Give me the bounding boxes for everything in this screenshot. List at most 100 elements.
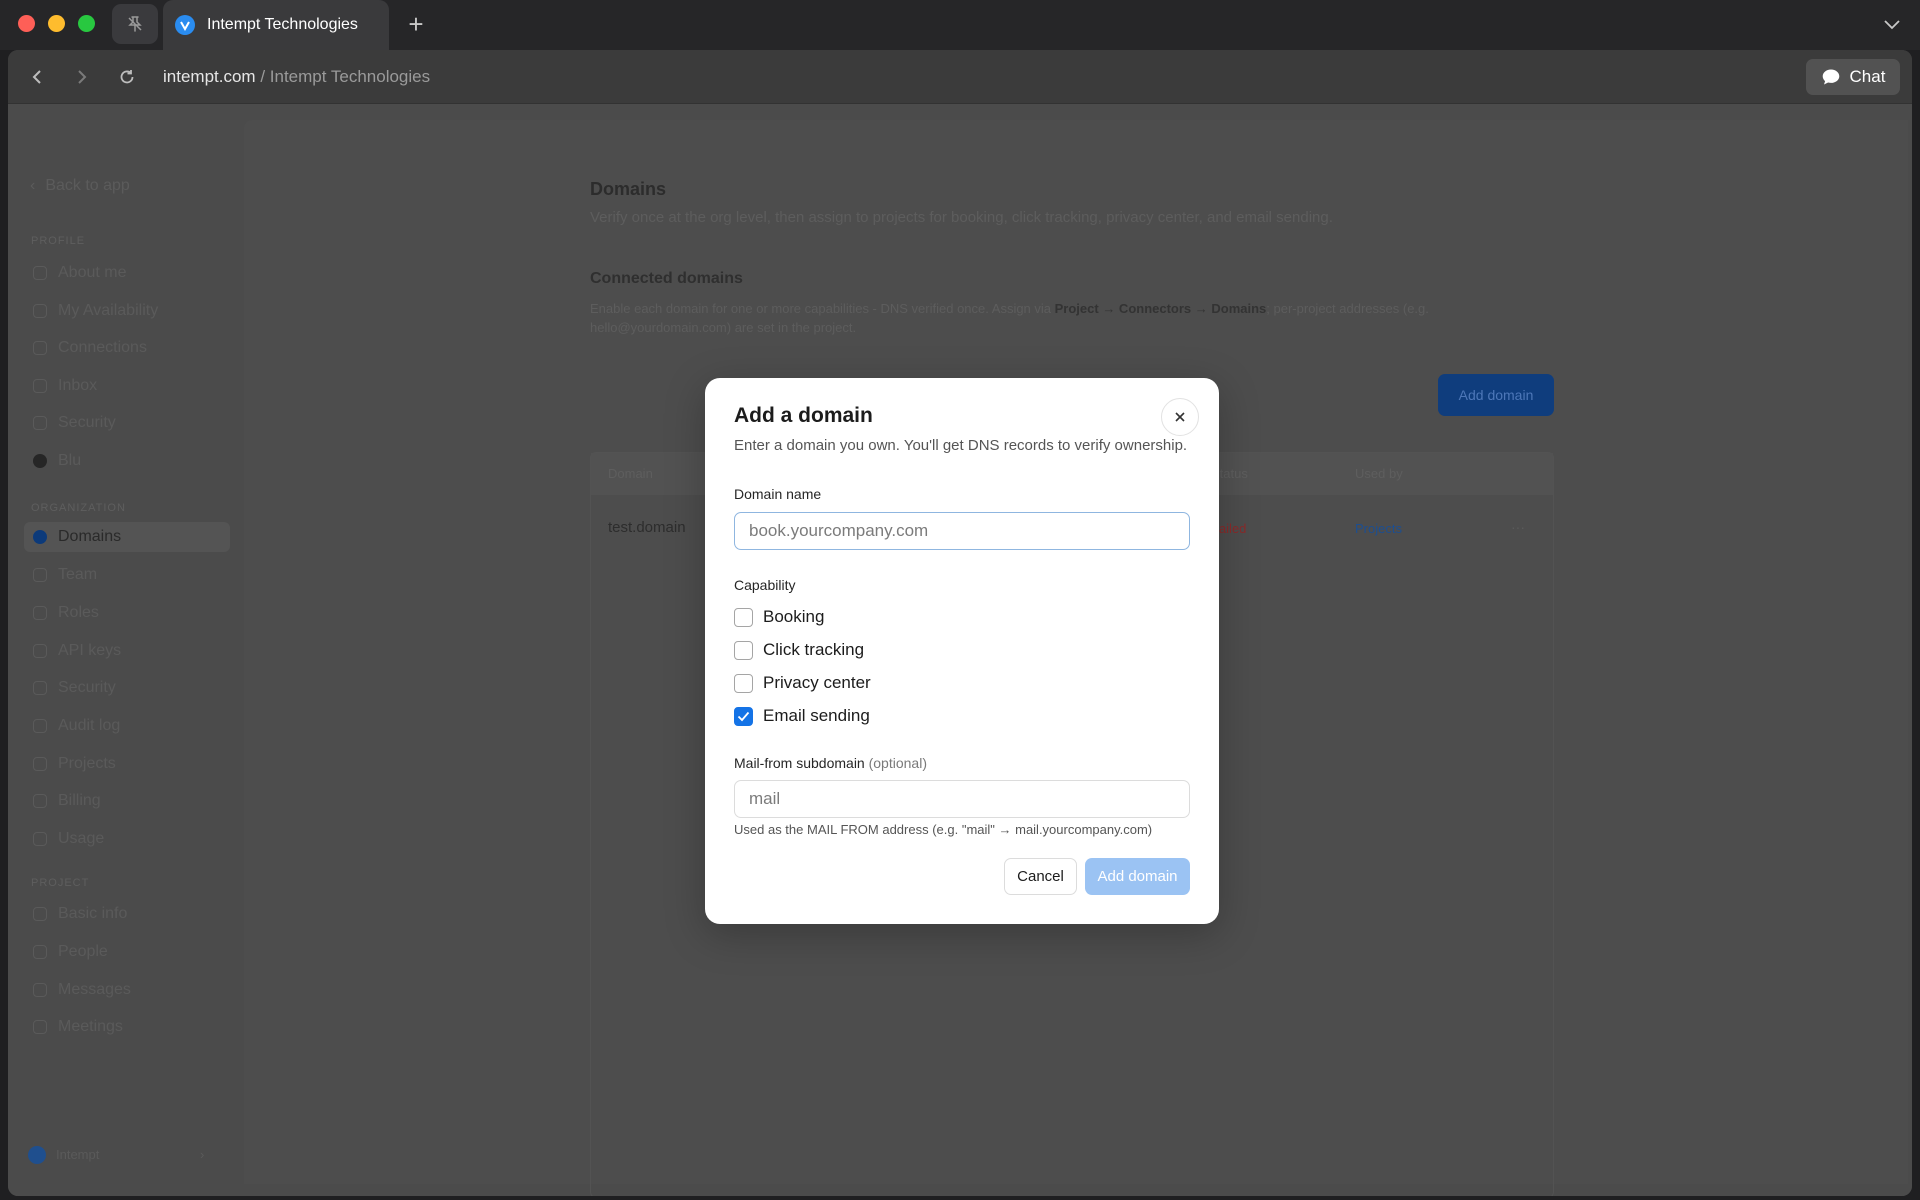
sidebar-item-usage[interactable]: Usage xyxy=(24,824,230,854)
blu-icon xyxy=(33,454,47,468)
pin-tab-button[interactable] xyxy=(112,4,158,44)
chat-button-label: Chat xyxy=(1849,67,1886,86)
mail-from-input[interactable] xyxy=(734,780,1190,818)
url-host: intempt.com xyxy=(163,67,256,86)
favicon-icon xyxy=(175,15,195,35)
sidebar-item-domains[interactable]: Domains xyxy=(24,522,230,552)
sidebar-item-about-me[interactable]: About me xyxy=(24,258,230,288)
sidebar-item-basic-info[interactable]: Basic info xyxy=(24,899,230,929)
globe-icon xyxy=(33,530,47,544)
tab-list-chevron-down-icon[interactable] xyxy=(1880,12,1904,36)
maximize-window-button[interactable] xyxy=(78,15,95,32)
description-text: Enable each domain for one or more capab… xyxy=(590,301,1055,316)
add-domain-button[interactable]: Add domain xyxy=(1438,374,1554,416)
booking-checkbox[interactable] xyxy=(734,607,753,627)
capability-click-tracking[interactable]: Click tracking xyxy=(734,639,864,661)
users-icon xyxy=(33,568,47,582)
close-window-button[interactable] xyxy=(18,15,35,32)
card-icon xyxy=(33,794,47,808)
sidebar-item-people[interactable]: People xyxy=(24,937,230,967)
chart-icon xyxy=(33,832,47,846)
url-path: / Intempt Technologies xyxy=(255,67,431,86)
close-dialog-button[interactable] xyxy=(1161,398,1199,436)
new-tab-button[interactable]: + xyxy=(404,10,428,38)
sidebar-item-connections[interactable]: Connections xyxy=(24,333,230,363)
user-icon xyxy=(33,266,47,280)
sidebar-item-label: Blu xyxy=(58,452,82,469)
sidebar-item-messages[interactable]: Messages xyxy=(24,975,230,1005)
project-section-label: PROJECT xyxy=(31,877,90,889)
click-tracking-label: Click tracking xyxy=(763,640,865,659)
domain-name-input[interactable] xyxy=(734,512,1190,550)
organization-section-label: ORGANIZATION xyxy=(31,502,126,514)
sidebar-item-org-security[interactable]: Security xyxy=(24,673,230,703)
sidebar-item-label: Usage xyxy=(58,830,105,847)
back-arrow-icon[interactable] xyxy=(25,65,49,89)
privacy-center-label: Privacy center xyxy=(763,673,871,692)
sidebar-item-projects[interactable]: Projects xyxy=(24,749,230,779)
info-icon xyxy=(33,907,47,921)
sidebar-item-meetings[interactable]: Meetings xyxy=(24,1012,230,1042)
tab-title: Intempt Technologies xyxy=(207,16,358,33)
plug-icon xyxy=(33,341,47,355)
sidebar-item-label: Basic info xyxy=(58,905,128,922)
column-header-used-by: Used by xyxy=(1355,466,1403,481)
log-icon xyxy=(33,719,47,733)
chat-bubble-icon xyxy=(1822,69,1839,85)
address-bar[interactable]: intempt.com / Intempt Technologies xyxy=(163,67,430,87)
sidebar-item-security[interactable]: Security xyxy=(24,408,230,438)
privacy-center-checkbox[interactable] xyxy=(734,673,753,693)
sidebar-item-billing[interactable]: Billing xyxy=(24,786,230,816)
column-header-domain: Domain xyxy=(608,466,653,481)
sidebar-item-label: Team xyxy=(58,566,98,583)
sidebar-item-label: Roles xyxy=(58,604,99,621)
page-title: Domains xyxy=(590,179,667,199)
settings-sidebar: ‹ Back to app PROFILE About me My Availa… xyxy=(8,104,244,1196)
message-icon xyxy=(33,983,47,997)
key-icon xyxy=(33,644,47,658)
sidebar-item-label: My Availability xyxy=(58,302,159,319)
cancel-button[interactable]: Cancel xyxy=(1004,858,1077,895)
chevron-right-icon[interactable]: › xyxy=(200,1147,204,1162)
chat-button[interactable]: Chat xyxy=(1806,59,1900,95)
chevron-left-icon: ‹ xyxy=(30,177,36,194)
shield-icon xyxy=(33,606,47,620)
sidebar-item-team[interactable]: Team xyxy=(24,560,230,590)
sidebar-item-blu[interactable]: Blu xyxy=(24,446,230,476)
capability-booking[interactable]: Booking xyxy=(734,606,824,628)
sidebar-item-label: Connections xyxy=(58,339,147,356)
add-domain-submit-button[interactable]: Add domain xyxy=(1085,858,1190,895)
sidebar-item-label: People xyxy=(58,943,108,960)
back-to-app-label: Back to app xyxy=(45,177,130,194)
sidebar-item-api-keys[interactable]: API keys xyxy=(24,636,230,666)
browser-tab[interactable]: Intempt Technologies xyxy=(163,0,389,50)
used-by-link[interactable]: Projects xyxy=(1355,521,1402,536)
sidebar-item-label: Meetings xyxy=(58,1018,123,1035)
click-tracking-checkbox[interactable] xyxy=(734,640,753,660)
domain-name-label: Domain name xyxy=(734,486,822,502)
sidebar-item-label: Billing xyxy=(58,792,101,809)
sidebar-item-inbox[interactable]: Inbox xyxy=(24,371,230,401)
back-to-app-link[interactable]: ‹ Back to app xyxy=(30,177,130,195)
minimize-window-button[interactable] xyxy=(48,15,65,32)
workspace-name[interactable]: Intempt xyxy=(56,1147,99,1162)
capability-privacy-center[interactable]: Privacy center xyxy=(734,672,871,694)
sidebar-item-roles[interactable]: Roles xyxy=(24,598,230,628)
sidebar-item-label: Projects xyxy=(58,755,116,772)
forward-arrow-icon[interactable] xyxy=(70,65,94,89)
reload-icon[interactable] xyxy=(115,65,139,89)
row-menu-icon[interactable]: ··· xyxy=(1511,519,1525,535)
connected-domains-description: Enable each domain for one or more capab… xyxy=(590,299,1550,337)
capability-email-sending[interactable]: Email sending xyxy=(734,705,870,727)
domain-cell: test.domain xyxy=(608,519,686,536)
intempt-logo-icon xyxy=(28,1146,46,1164)
dialog-subtitle: Enter a domain you own. You'll get DNS r… xyxy=(734,437,1188,454)
dialog-title: Add a domain xyxy=(734,404,873,427)
sidebar-item-my-availability[interactable]: My Availability xyxy=(24,296,230,326)
sidebar-item-label: Audit log xyxy=(58,717,121,734)
email-sending-checkbox[interactable] xyxy=(734,706,753,726)
sidebar-item-audit-log[interactable]: Audit log xyxy=(24,711,230,741)
close-icon xyxy=(1175,412,1185,422)
connected-domains-title: Connected domains xyxy=(590,270,743,287)
add-domain-dialog: Add a domain Enter a domain you own. You… xyxy=(705,378,1219,924)
